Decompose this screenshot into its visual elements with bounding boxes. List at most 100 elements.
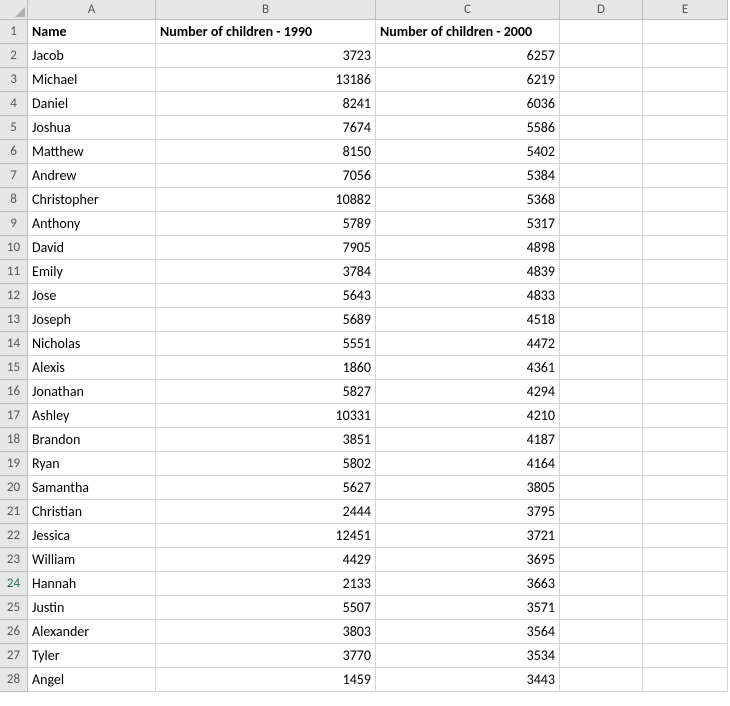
cell-empty-D[interactable] bbox=[560, 260, 643, 284]
cell-2000[interactable]: 3564 bbox=[376, 620, 560, 644]
cell-name[interactable]: Angel bbox=[28, 668, 156, 692]
row-header[interactable]: 3 bbox=[0, 68, 28, 92]
cell-empty-D[interactable] bbox=[560, 644, 643, 668]
cell-empty-D[interactable] bbox=[560, 332, 643, 356]
cell-empty-D[interactable] bbox=[560, 548, 643, 572]
cell-1990[interactable]: 2133 bbox=[156, 572, 376, 596]
cell-1990[interactable]: 8150 bbox=[156, 140, 376, 164]
cell-2000[interactable]: 4361 bbox=[376, 356, 560, 380]
row-header[interactable]: 27 bbox=[0, 644, 28, 668]
cell-name[interactable]: Tyler bbox=[28, 644, 156, 668]
cell-empty-E[interactable] bbox=[643, 428, 728, 452]
row-header[interactable]: 20 bbox=[0, 476, 28, 500]
cell-1990[interactable]: 5551 bbox=[156, 332, 376, 356]
cell-name[interactable]: Ryan bbox=[28, 452, 156, 476]
cell-empty-E[interactable] bbox=[643, 572, 728, 596]
cell-1990[interactable]: 3770 bbox=[156, 644, 376, 668]
cell-2000[interactable]: 4839 bbox=[376, 260, 560, 284]
cell-empty-E[interactable] bbox=[643, 356, 728, 380]
cell-2000[interactable]: 3795 bbox=[376, 500, 560, 524]
row-header[interactable]: 6 bbox=[0, 140, 28, 164]
cell-empty-D[interactable] bbox=[560, 284, 643, 308]
row-header[interactable]: 8 bbox=[0, 188, 28, 212]
row-header[interactable]: 16 bbox=[0, 380, 28, 404]
cell-empty-D[interactable] bbox=[560, 236, 643, 260]
cell-1990[interactable]: 5689 bbox=[156, 308, 376, 332]
cell-2000[interactable]: 3695 bbox=[376, 548, 560, 572]
cell-E1[interactable] bbox=[643, 20, 728, 44]
cell-empty-E[interactable] bbox=[643, 308, 728, 332]
cell-empty-E[interactable] bbox=[643, 500, 728, 524]
cell-1990[interactable]: 10331 bbox=[156, 404, 376, 428]
cell-name[interactable]: Matthew bbox=[28, 140, 156, 164]
cell-1990[interactable]: 7056 bbox=[156, 164, 376, 188]
cell-name[interactable]: Jessica bbox=[28, 524, 156, 548]
cell-empty-E[interactable] bbox=[643, 236, 728, 260]
cell-empty-D[interactable] bbox=[560, 308, 643, 332]
cell-2000[interactable]: 4210 bbox=[376, 404, 560, 428]
cell-name[interactable]: Jose bbox=[28, 284, 156, 308]
cell-1990[interactable]: 7674 bbox=[156, 116, 376, 140]
cell-C1[interactable]: Number of children - 2000 bbox=[376, 20, 560, 44]
row-header[interactable]: 2 bbox=[0, 44, 28, 68]
cell-2000[interactable]: 4833 bbox=[376, 284, 560, 308]
cell-empty-E[interactable] bbox=[643, 476, 728, 500]
cell-2000[interactable]: 4164 bbox=[376, 452, 560, 476]
cell-name[interactable]: Ashley bbox=[28, 404, 156, 428]
cell-1990[interactable]: 3803 bbox=[156, 620, 376, 644]
cell-empty-E[interactable] bbox=[643, 452, 728, 476]
row-header[interactable]: 17 bbox=[0, 404, 28, 428]
cell-1990[interactable]: 8241 bbox=[156, 92, 376, 116]
cell-empty-E[interactable] bbox=[643, 332, 728, 356]
cell-1990[interactable]: 5827 bbox=[156, 380, 376, 404]
cell-name[interactable]: Christopher bbox=[28, 188, 156, 212]
cell-name[interactable]: Jonathan bbox=[28, 380, 156, 404]
row-header[interactable]: 7 bbox=[0, 164, 28, 188]
cell-2000[interactable]: 6036 bbox=[376, 92, 560, 116]
cell-2000[interactable]: 6257 bbox=[376, 44, 560, 68]
row-header[interactable]: 23 bbox=[0, 548, 28, 572]
cell-1990[interactable]: 5507 bbox=[156, 596, 376, 620]
cell-2000[interactable]: 3721 bbox=[376, 524, 560, 548]
cell-empty-D[interactable] bbox=[560, 476, 643, 500]
cell-empty-E[interactable] bbox=[643, 68, 728, 92]
cell-empty-D[interactable] bbox=[560, 140, 643, 164]
cell-empty-D[interactable] bbox=[560, 212, 643, 236]
cell-empty-E[interactable] bbox=[643, 116, 728, 140]
cell-1990[interactable]: 3784 bbox=[156, 260, 376, 284]
spreadsheet-grid[interactable]: A B C D E 1 Name Number of children - 19… bbox=[0, 0, 730, 692]
cell-empty-D[interactable] bbox=[560, 596, 643, 620]
cell-2000[interactable]: 4187 bbox=[376, 428, 560, 452]
row-header[interactable]: 9 bbox=[0, 212, 28, 236]
cell-2000[interactable]: 5317 bbox=[376, 212, 560, 236]
cell-empty-E[interactable] bbox=[643, 620, 728, 644]
cell-D1[interactable] bbox=[560, 20, 643, 44]
cell-1990[interactable]: 5789 bbox=[156, 212, 376, 236]
cell-2000[interactable]: 3805 bbox=[376, 476, 560, 500]
cell-empty-D[interactable] bbox=[560, 92, 643, 116]
cell-empty-D[interactable] bbox=[560, 620, 643, 644]
cell-2000[interactable]: 4898 bbox=[376, 236, 560, 260]
row-header[interactable]: 26 bbox=[0, 620, 28, 644]
cell-1990[interactable]: 3723 bbox=[156, 44, 376, 68]
cell-empty-E[interactable] bbox=[643, 404, 728, 428]
cell-name[interactable]: Alexis bbox=[28, 356, 156, 380]
cell-name[interactable]: David bbox=[28, 236, 156, 260]
col-header-B[interactable]: B bbox=[156, 0, 376, 20]
cell-1990[interactable]: 3851 bbox=[156, 428, 376, 452]
cell-2000[interactable]: 5384 bbox=[376, 164, 560, 188]
cell-empty-E[interactable] bbox=[643, 164, 728, 188]
cell-empty-D[interactable] bbox=[560, 356, 643, 380]
cell-name[interactable]: Jacob bbox=[28, 44, 156, 68]
cell-2000[interactable]: 5586 bbox=[376, 116, 560, 140]
row-header[interactable]: 21 bbox=[0, 500, 28, 524]
cell-2000[interactable]: 3443 bbox=[376, 668, 560, 692]
cell-empty-E[interactable] bbox=[643, 548, 728, 572]
row-header[interactable]: 18 bbox=[0, 428, 28, 452]
row-header[interactable]: 15 bbox=[0, 356, 28, 380]
cell-2000[interactable]: 6219 bbox=[376, 68, 560, 92]
row-header[interactable]: 13 bbox=[0, 308, 28, 332]
cell-2000[interactable]: 4472 bbox=[376, 332, 560, 356]
cell-name[interactable]: Andrew bbox=[28, 164, 156, 188]
cell-1990[interactable]: 5627 bbox=[156, 476, 376, 500]
